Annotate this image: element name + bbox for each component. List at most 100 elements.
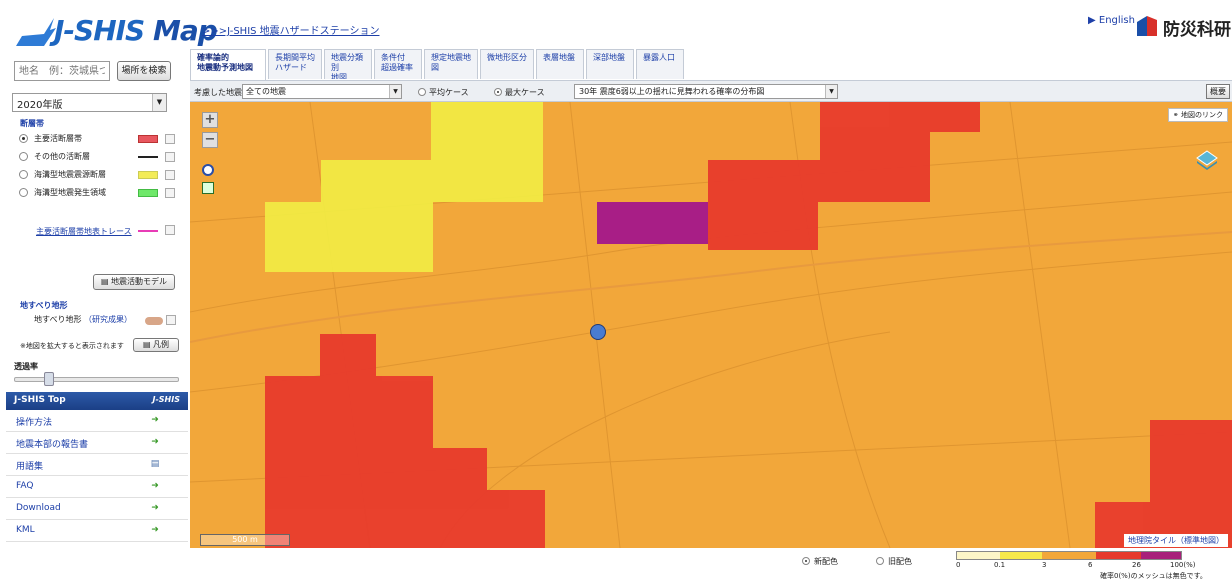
location-marker[interactable] [590,324,606,340]
legend-tick: 0.1 [994,561,1006,569]
quake-select[interactable]: 全ての地震 ▼ [242,84,402,99]
legend-seg-0 [957,552,1000,559]
legend-seg-2 [1042,552,1096,559]
tab-quake-category-map[interactable]: 地震分類別 地図 [324,49,372,79]
tab-probabilistic-map[interactable]: 確率論的 地震動予測地図 [190,49,266,80]
year-value: 2020年版 [17,100,63,111]
color-swatch [138,189,158,197]
trace-checkbox[interactable] [165,225,175,235]
checkbox[interactable] [165,170,175,180]
fault-trace-link[interactable]: 主要活断層帯地表トレース [36,226,132,237]
legend-tick: 3 [1042,561,1047,569]
radio-button[interactable] [802,557,810,565]
english-link[interactable]: ▶ English [1088,15,1135,26]
summary-button[interactable]: 概要 [1206,84,1230,99]
tab-long-term-hazard[interactable]: 長期間平均 ハザード [268,49,322,79]
zoom-in-button[interactable]: + [202,112,218,128]
tile-credit-link[interactable]: 地理院タイル（標準地図） [1124,534,1228,547]
seismic-model-button[interactable]: ▤ 地震活動モデル [93,274,175,290]
opacity-slider-track[interactable] [14,377,179,382]
place-search-button[interactable]: 場所を検索 [117,61,171,81]
org-name: 防災科研 [1163,20,1231,40]
legend-button[interactable]: ▤ 凡例 [133,338,179,352]
menu-item-download[interactable]: Download ➜ [6,498,188,520]
place-search-input[interactable] [14,61,110,81]
zoom-out-button[interactable]: − [202,132,218,148]
radio-button[interactable] [494,88,502,96]
menu-item-faq[interactable]: FAQ ➜ [6,476,188,498]
radio-button[interactable] [19,134,28,143]
landslide-row: 地すべり地形 （研究成果） [34,315,132,324]
tab-landform[interactable]: 微地形区分 [480,49,534,79]
chevron-down-icon: ▼ [825,85,837,98]
arrow-icon: ➜ [151,415,159,425]
new-color-option[interactable]: 新配色 [802,556,838,567]
jshis-map-logo[interactable]: J-SHIS Map [14,14,218,48]
hazard-map[interactable]: + − ⚭ 地図のリンク 500 m 地理院タイル（標準地図） [190,102,1232,548]
legend-tick: 0 [956,561,961,569]
color-swatch [138,171,158,179]
checkbox[interactable] [165,188,175,198]
menu-item-glossary[interactable]: 用語集 ▤ [6,454,188,476]
hazard-station-link[interactable]: >>>J-SHIS 地震ハザードステーション [202,22,379,37]
tab-deep-ground[interactable]: 深部地盤 [586,49,634,79]
tab-surface-ground[interactable]: 表層地盤 [536,49,584,79]
logo-mark-icon [16,18,56,46]
map-toolbar: 考慮した地震 全ての地震 ▼ 平均ケース 最大ケース 30年 震度6弱以上の揺れ… [190,80,1232,102]
legend-tick: 6 [1088,561,1093,569]
fault-row-major[interactable]: 主要活断層帯 [18,132,178,146]
layer-toggle-icon[interactable] [202,182,214,194]
menu-item-reports[interactable]: 地震本部の報告書 ➜ [6,432,188,454]
probability-map-select[interactable]: 30年 震度6弱以上の揺れに見舞われる確率の分布図 ▼ [574,84,838,99]
zoom-note: ※地図を拡大すると表示されます [20,342,124,350]
opacity-label: 透過率 [14,362,38,371]
old-color-option[interactable]: 旧配色 [876,556,912,567]
radio-button[interactable] [876,557,884,565]
chevron-down-icon: ▼ [152,94,166,111]
menu-header[interactable]: J-SHIS Top J-SHIS [6,392,188,410]
radio-button[interactable] [19,170,28,179]
arrow-icon: ➜ [151,525,159,535]
radio-button[interactable] [19,188,28,197]
sidebar: 場所を検索 2020年版 ▼ 断層帯 主要活断層帯 その他の活断層 海溝型地震震… [0,52,188,581]
year-select[interactable]: 2020年版 ▼ [12,93,167,112]
quake-label: 考慮した地震 [194,88,242,97]
tab-bar: 確率論的 地震動予測地図 長期間平均 ハザード 地震分類別 地図 条件付 超過確率 想定… [190,49,686,80]
probability-color-bar [956,551,1182,560]
arrow-icon: ➜ [151,503,159,513]
max-case-option[interactable]: 最大ケース [494,87,545,98]
scale-bar: 500 m [200,534,290,546]
very-high-probability-cell [597,202,708,244]
radio-button[interactable] [19,152,28,161]
landslide-color-swatch [145,317,163,325]
landslide-checkbox[interactable] [166,315,176,325]
legend-seg-1 [999,552,1043,559]
opacity-slider-thumb[interactable] [44,372,54,386]
map-link-button[interactable]: ⚭ 地図のリンク [1167,108,1228,122]
fault-row-other[interactable]: その他の活断層 [18,150,178,164]
arrow-icon: ➜ [151,437,159,447]
faults-title: 断層帯 [20,119,44,128]
menu-item-kml[interactable]: KML ➜ [6,520,188,542]
legend-note: 確率0(%)のメッシュは無色です。 [1100,572,1207,580]
menu-item-how-to[interactable]: 操作方法 ➜ [6,410,188,432]
trace-color-swatch [138,230,158,232]
tab-exposed-population[interactable]: 暴露人口 [636,49,684,79]
fault-row-trench-source[interactable]: 海溝型地震震源断層 [18,168,178,182]
research-result-link[interactable]: （研究成果） [84,315,132,324]
color-swatch [138,156,158,158]
fault-row-trench-area[interactable]: 海溝型地震発生領域 [18,186,178,200]
tab-conditional-probability[interactable]: 条件付 超過確率 [374,49,422,79]
radio-button[interactable] [418,88,426,96]
globe-icon[interactable] [202,164,214,176]
checkbox[interactable] [165,152,175,162]
landslide-title: 地すべり地形 [20,301,68,310]
book-icon: ▤ [150,459,160,469]
logo-text-prefix: J-SHIS [54,14,145,47]
average-case-option[interactable]: 平均ケース [418,87,469,98]
tab-scenario-map[interactable]: 想定地震地図 [424,49,478,79]
nied-logo[interactable]: 防災科研 [1135,12,1231,40]
low-probability-cells [265,102,543,272]
layers-icon[interactable] [1196,150,1218,172]
checkbox[interactable] [165,134,175,144]
